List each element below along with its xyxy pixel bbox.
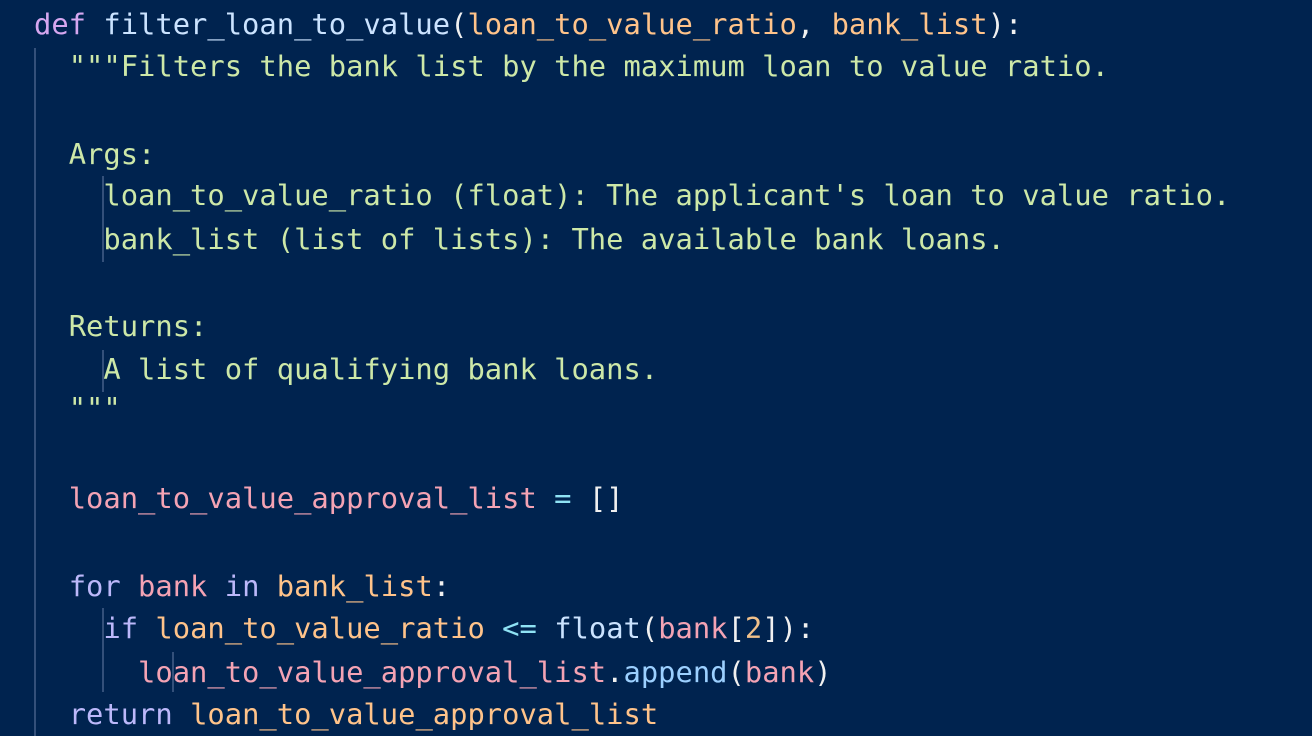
param-loan-to-value-ratio: loan_to_value_ratio	[467, 7, 797, 41]
docstring-arg-bank-list: bank_list (list of lists): The available…	[103, 222, 1005, 256]
assign-operator: =	[536, 481, 589, 515]
for-keyword: for	[68, 569, 121, 603]
code-line-append[interactable]: loan_to_value_approval_list.append(bank)	[34, 650, 832, 694]
docstring-arg-loan-to-value-ratio: loan_to_value_ratio (float): The applica…	[103, 178, 1231, 212]
code-line-docstring-args-heading[interactable]: Args:	[34, 132, 156, 176]
docstring-summary: """Filters the bank list by the maximum …	[68, 49, 1109, 83]
param-comma: ,	[796, 7, 832, 41]
append-close-paren: )	[814, 655, 832, 689]
append-method: append	[623, 655, 728, 689]
in-keyword: in	[224, 569, 260, 603]
index-open-bracket: [	[727, 611, 745, 645]
code-line-if[interactable]: if loan_to_value_ratio <= float(bank[2])…	[34, 606, 814, 650]
docstring-returns-heading: Returns:	[68, 309, 208, 343]
index-number: 2	[744, 611, 763, 645]
code-line-docstring-returns-heading[interactable]: Returns:	[34, 304, 208, 348]
code-editor[interactable]: def filter_loan_to_value(loan_to_value_r…	[0, 0, 1312, 736]
member-dot: .	[606, 655, 624, 689]
code-line-docstring-return-desc[interactable]: A list of qualifying bank loans.	[34, 347, 658, 391]
signature-close: ):	[987, 7, 1023, 41]
docstring-close: """	[68, 391, 121, 425]
param-bank-list: bank_list	[831, 7, 988, 41]
compare-variable: loan_to_value_ratio	[155, 611, 485, 645]
iterable-bank-list: bank_list	[276, 569, 433, 603]
float-open-paren: (	[640, 611, 659, 645]
bank-index-target: bank	[658, 611, 728, 645]
code-line-assignment[interactable]: loan_to_value_approval_list = []	[34, 476, 624, 520]
float-function: float	[554, 611, 641, 645]
for-colon: :	[432, 569, 451, 603]
code-line-for[interactable]: for bank in bank_list:	[34, 564, 450, 608]
code-line-docstring-end[interactable]: """	[34, 386, 121, 430]
code-line-return[interactable]: return loan_to_value_approval_list	[34, 692, 658, 736]
docstring-return-description: A list of qualifying bank loans.	[103, 352, 659, 386]
def-keyword: def	[34, 7, 87, 41]
loop-variable-bank: bank	[138, 569, 208, 603]
return-value: loan_to_value_approval_list	[190, 697, 659, 731]
code-line-def[interactable]: def filter_loan_to_value(loan_to_value_r…	[34, 2, 1022, 46]
append-target-list: loan_to_value_approval_list	[138, 655, 607, 689]
append-open-paren: (	[727, 655, 745, 689]
approval-list-variable: loan_to_value_approval_list	[68, 481, 537, 515]
compare-operator: <=	[502, 611, 537, 645]
open-paren: (	[450, 7, 468, 41]
empty-list-literal: []	[588, 481, 624, 515]
if-keyword: if	[103, 611, 139, 645]
if-close: ]):	[762, 611, 815, 645]
docstring-args-heading: Args:	[68, 137, 156, 171]
return-keyword: return	[68, 697, 173, 731]
function-name: filter_loan_to_value	[103, 7, 451, 41]
code-line-docstring-summary[interactable]: """Filters the bank list by the maximum …	[34, 44, 1109, 88]
append-argument: bank	[744, 655, 815, 689]
code-line-docstring-arg2[interactable]: bank_list (list of lists): The available…	[34, 217, 1005, 261]
code-line-docstring-arg1[interactable]: loan_to_value_ratio (float): The applica…	[34, 173, 1230, 217]
